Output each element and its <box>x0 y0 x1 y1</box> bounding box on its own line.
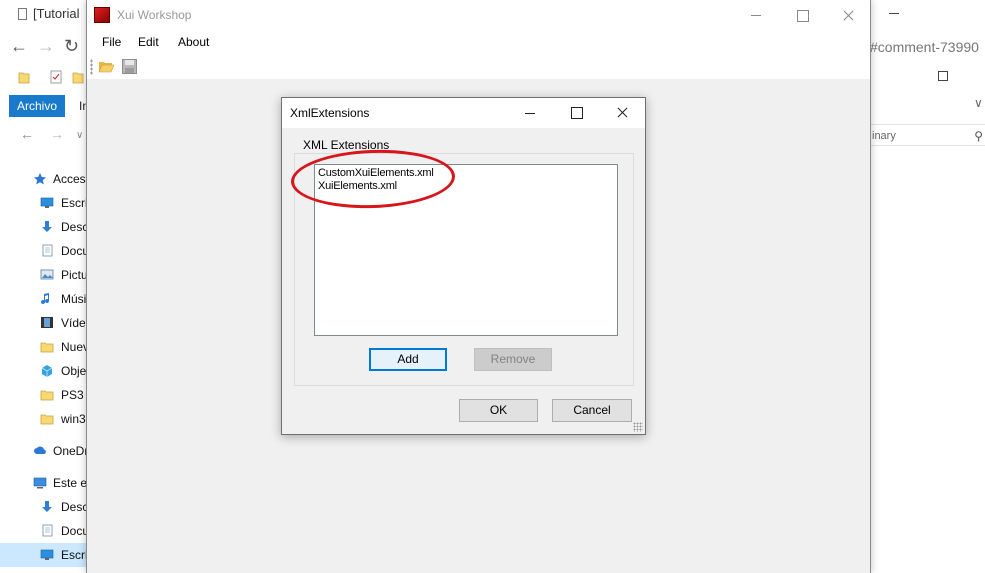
sidebar-item-label: Acceso <box>53 172 90 186</box>
properties-checkmark-icon[interactable] <box>50 70 62 84</box>
cloud-icon <box>34 446 46 454</box>
film-icon <box>41 317 53 328</box>
sidebar-item-label: Escri <box>61 548 88 562</box>
sidebar-item[interactable]: Escri <box>0 543 90 567</box>
explorer-forward-icon[interactable]: → <box>50 126 64 142</box>
document-icon <box>42 244 53 257</box>
dialog-close-button[interactable] <box>599 98 645 128</box>
pictures-icon <box>40 269 54 280</box>
download-arrow-icon <box>42 501 52 512</box>
tool-strip <box>87 55 870 79</box>
menu-edit[interactable]: Edit <box>138 35 159 49</box>
page-icon <box>18 8 27 20</box>
sidebar-item-label: Docu <box>61 244 90 258</box>
sidebar-item[interactable]: Pictu <box>0 263 90 287</box>
toolstrip-grip-icon[interactable] <box>90 59 93 75</box>
sidebar-item[interactable]: Desc <box>0 495 90 519</box>
window-title: Xui Workshop <box>117 8 192 22</box>
sidebar-item-label: PS3 <box>61 388 84 402</box>
url-bar-text[interactable]: #comment-73990 <box>870 39 979 55</box>
sidebar-item[interactable]: win3 <box>0 407 90 431</box>
sidebar-item[interactable]: Obje <box>0 359 90 383</box>
cancel-button[interactable]: Cancel <box>552 399 632 422</box>
menu-bar: File Edit About <box>87 31 870 55</box>
dialog-title: XmlExtensions <box>290 106 370 120</box>
sidebar-item-label: Nuev <box>61 340 90 354</box>
open-folder-icon[interactable] <box>98 60 114 73</box>
desktop-icon <box>40 197 54 208</box>
download-arrow-icon <box>42 221 52 232</box>
folder-icon <box>40 414 54 425</box>
menu-about[interactable]: About <box>178 35 209 49</box>
document-icon <box>42 524 53 537</box>
sidebar-item[interactable]: Vídeo <box>0 311 90 335</box>
sidebar-item[interactable]: Acceso <box>0 167 90 191</box>
folder-icon <box>40 390 54 401</box>
back-arrow-icon[interactable]: ← <box>10 37 28 55</box>
search-box-text: inary <box>872 130 896 142</box>
explorer-search-box[interactable]: inary ⚲ <box>868 124 985 146</box>
sidebar-item-label: win3 <box>61 412 86 426</box>
sidebar-item-label: Músi <box>61 292 87 306</box>
dialog-minimize-button[interactable] <box>507 98 553 128</box>
sidebar-item[interactable]: Músi <box>0 287 90 311</box>
minimize-button[interactable] <box>733 0 779 31</box>
explorer-maximize-icon[interactable] <box>938 71 948 81</box>
xui-app-icon[interactable] <box>94 7 110 23</box>
explorer-back-icon[interactable]: ← <box>20 126 34 142</box>
sidebar-item[interactable]: OneDr <box>0 439 90 463</box>
sidebar-item-label: Este e <box>53 476 88 490</box>
star-icon <box>34 173 46 185</box>
sidebar-item-label: Desc <box>61 220 89 234</box>
sidebar-item-label: Desc <box>61 500 89 514</box>
xui-title-bar[interactable]: Xui Workshop <box>87 0 870 31</box>
save-disk-icon[interactable] <box>122 59 137 74</box>
sidebar-item[interactable]: Escrit <box>0 191 90 215</box>
sidebar-item[interactable]: Desc <box>0 215 90 239</box>
menu-file[interactable]: File <box>102 35 121 49</box>
search-icon: ⚲ <box>974 129 983 143</box>
remove-button[interactable]: Remove <box>474 348 552 371</box>
dialog-maximize-button[interactable] <box>553 98 599 128</box>
ok-button[interactable]: OK <box>459 399 538 422</box>
add-button[interactable]: Add <box>369 348 447 371</box>
folder-icon <box>40 342 54 353</box>
sidebar-item[interactable]: Docu <box>0 519 90 543</box>
music-note-icon <box>41 293 50 305</box>
sidebar-item-label: Docu <box>61 524 90 538</box>
resize-grip-icon[interactable] <box>633 422 643 432</box>
quick-access-toolbar <box>0 62 90 92</box>
xml-extensions-dialog: XmlExtensions XML Extensions CustomXuiEl… <box>281 97 646 435</box>
new-folder-icon[interactable] <box>72 70 84 84</box>
forward-arrow-icon[interactable]: → <box>37 37 55 55</box>
explorer-minimize-icon[interactable] <box>889 13 899 14</box>
cube-icon <box>41 365 53 377</box>
ribbon-tab-archivo[interactable]: Archivo <box>9 95 65 117</box>
close-button[interactable] <box>825 0 871 31</box>
recent-locations-chevron-icon[interactable]: ∨ <box>76 130 83 141</box>
dialog-title-bar[interactable]: XmlExtensions <box>282 98 645 128</box>
sidebar-item-label: Obje <box>61 364 87 378</box>
browser-tab-title: [Tutorial <box>33 6 80 21</box>
ribbon-expand-chevron-icon[interactable]: ∨ <box>974 96 983 110</box>
maximize-button[interactable] <box>779 0 825 31</box>
sidebar-item[interactable]: Docu <box>0 239 90 263</box>
sidebar-item[interactable]: Nuev <box>0 335 90 359</box>
sidebar-item-label: OneDr <box>53 444 89 458</box>
sidebar-item[interactable]: PS3 <box>0 383 90 407</box>
reload-icon[interactable]: ↻ <box>64 37 79 55</box>
desktop-icon <box>40 549 54 560</box>
folder-icon[interactable] <box>18 70 30 84</box>
sidebar-item-label: Pictu <box>61 268 88 282</box>
sidebar-item[interactable]: Este e <box>0 471 90 495</box>
browser-tab[interactable]: [Tutorial <box>18 6 79 26</box>
computer-icon <box>33 477 47 489</box>
